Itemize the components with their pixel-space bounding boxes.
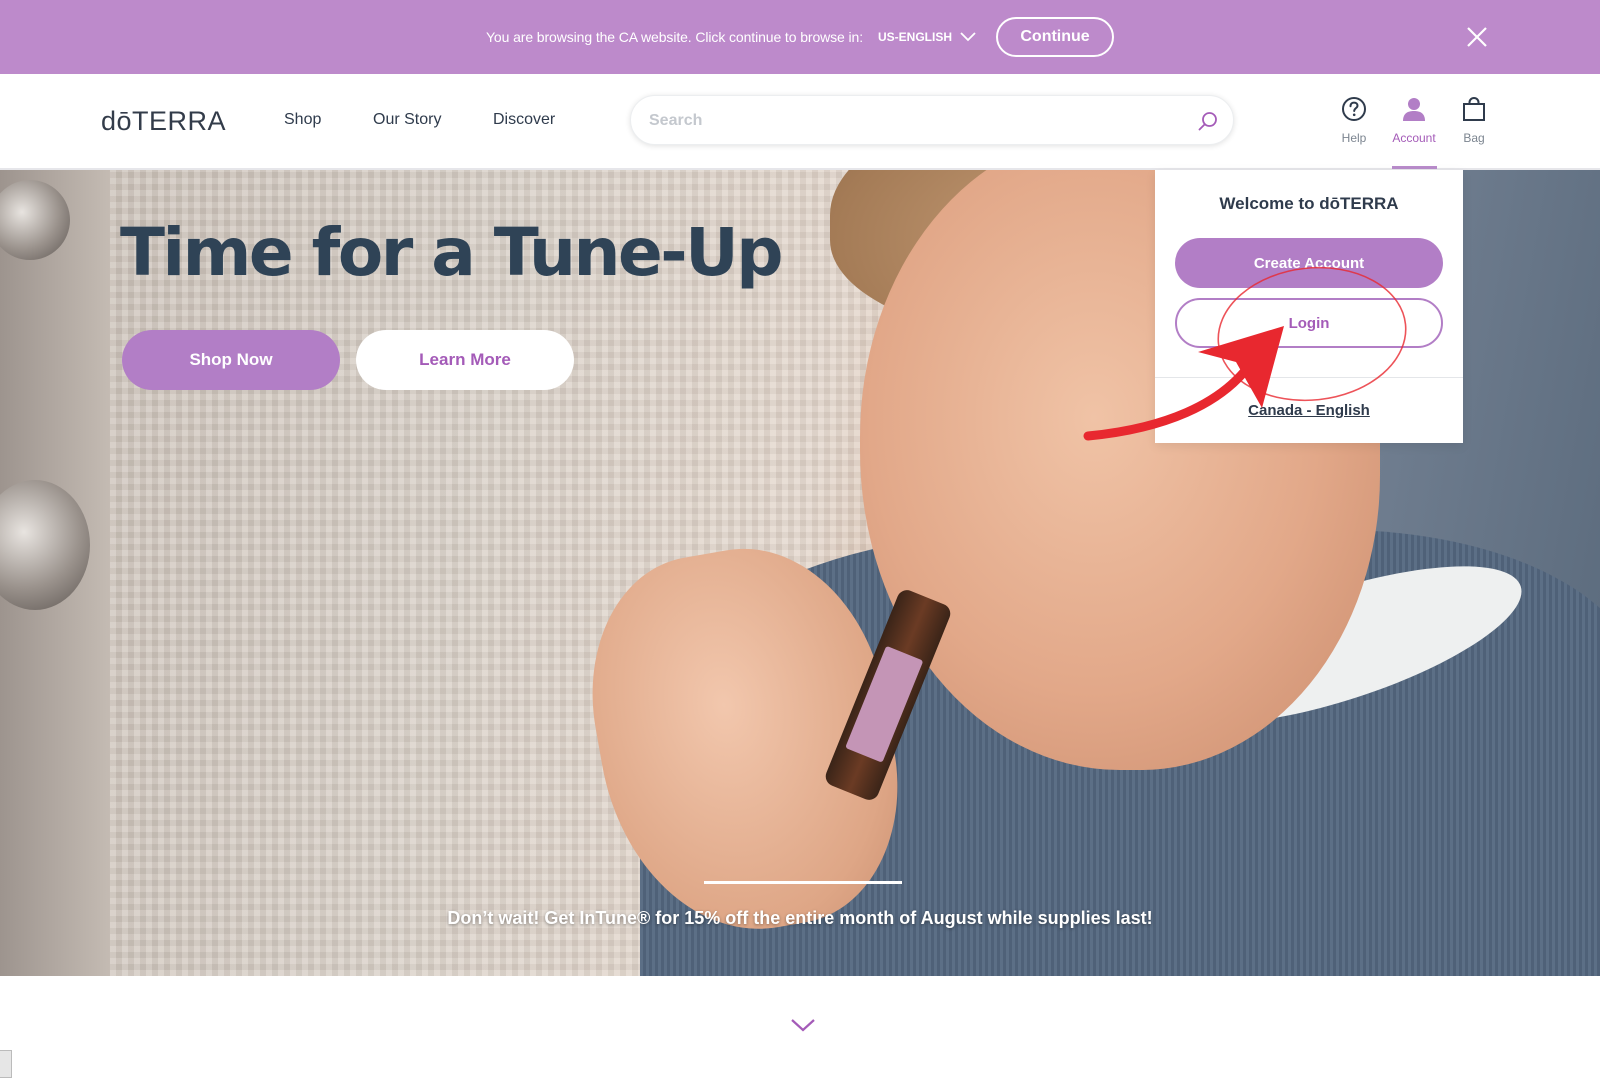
help-label: Help [1341,131,1367,145]
search-bar [630,95,1234,145]
bag-icon [1463,96,1485,121]
corner-tab[interactable] [0,1050,12,1078]
help-link[interactable]: Help [1324,96,1384,145]
site-header: dōTERRA Shop Our Story Discover Help Acc… [0,74,1600,170]
hero-caption[interactable]: Don’t wait! Get InTune® for 15% off the … [0,908,1600,929]
chevron-down-icon[interactable] [788,1015,818,1035]
account-link[interactable]: Account [1384,96,1444,145]
chevron-down-icon [960,32,976,42]
help-icon [1342,97,1366,121]
account-dropdown: Welcome to dōTERRA Create Account Login … [1155,170,1463,443]
account-active-indicator [1392,166,1437,169]
shop-now-button[interactable]: Shop Now [122,330,340,390]
banner-message: You are browsing the CA website. Click c… [485,29,864,45]
bag-link[interactable]: Bag [1444,96,1504,145]
create-account-button[interactable]: Create Account [1175,238,1443,288]
search-input[interactable] [649,108,1169,134]
search-icon[interactable] [1197,110,1219,132]
carousel-indicator[interactable] [704,881,902,884]
bag-label: Bag [1463,131,1485,145]
locale-dropdown[interactable]: US-ENGLISH [878,30,976,44]
login-button[interactable]: Login [1175,298,1443,348]
close-icon[interactable] [1464,24,1490,50]
locale-link[interactable]: Canada - English [1155,402,1463,419]
locale-banner: You are browsing the CA website. Click c… [0,0,1600,74]
account-icon [1403,98,1425,121]
account-label: Account [1392,131,1436,145]
nav-shop[interactable]: Shop [284,111,321,129]
hero-title: Time for a Tune-Up [120,214,784,291]
nav-our-story[interactable]: Our Story [373,111,441,129]
doterra-logo[interactable]: dōTERRA [101,106,226,137]
dropdown-title: Welcome to dōTERRA [1219,194,1399,213]
learn-more-button[interactable]: Learn More [356,330,574,390]
locale-dropdown-label: US-ENGLISH [878,30,953,44]
dropdown-divider [1155,377,1463,378]
continue-button[interactable]: Continue [996,17,1115,57]
nav-discover[interactable]: Discover [493,111,555,129]
